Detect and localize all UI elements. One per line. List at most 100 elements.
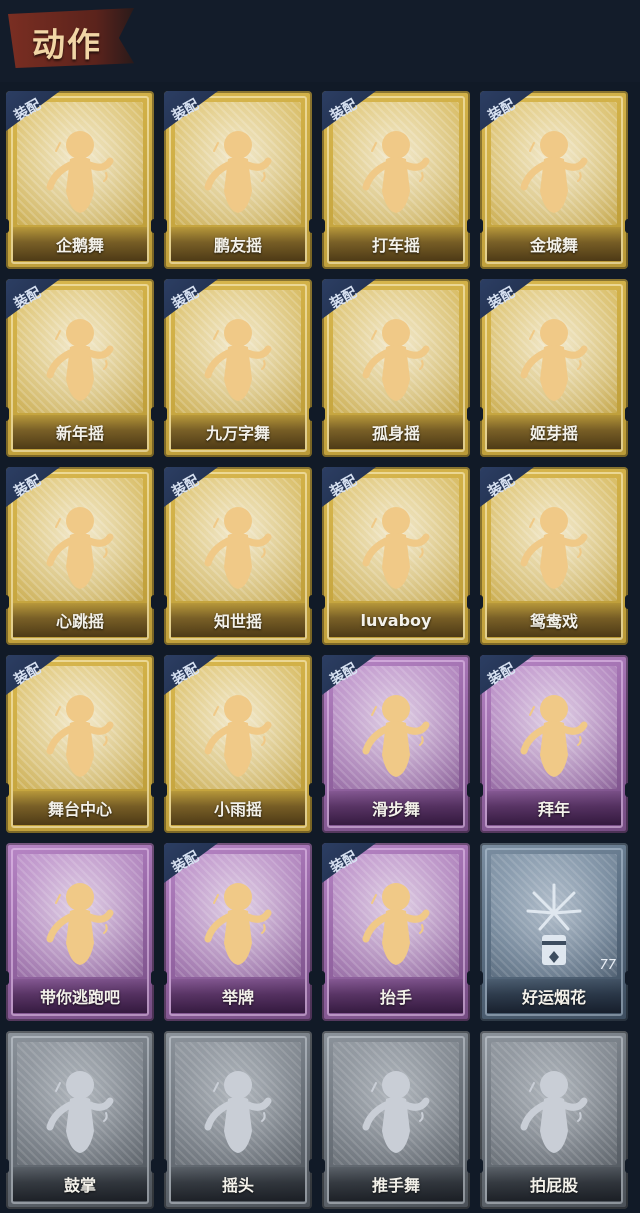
- card-edge-notch: [322, 407, 325, 421]
- card-label: 拍屁股: [529, 1176, 578, 1195]
- card-edge-notch: [164, 407, 167, 421]
- card-label: luvaboy: [360, 610, 432, 630]
- card-edge-notch: [164, 971, 167, 985]
- emote-card[interactable]: 摇头: [164, 1031, 312, 1209]
- card-label-bar: 抬手: [329, 979, 463, 1013]
- card-edge-notch: [322, 783, 325, 797]
- card-label-bar: 小雨摇: [171, 791, 305, 825]
- card-edge-notch: [164, 783, 167, 797]
- card-label: 推手舞: [371, 1176, 420, 1195]
- card-edge-notch: [322, 971, 325, 985]
- card-label-bar: 九万字舞: [171, 415, 305, 449]
- emote-card[interactable]: 装配 新年摇: [6, 279, 154, 457]
- card-edge-notch: [480, 407, 483, 421]
- card-edge-notch: [309, 971, 312, 985]
- firework-icon: [526, 883, 582, 965]
- card-edge-notch: [151, 1159, 154, 1173]
- card-label-bar: 摇头: [171, 1167, 305, 1201]
- card-edge-notch: [467, 219, 470, 233]
- golden-city-dance-figure-icon: [520, 131, 588, 213]
- alone-shake-figure-icon: [362, 319, 430, 401]
- card-edge-notch: [309, 595, 312, 609]
- card-edge-notch: [6, 1159, 9, 1173]
- emote-card[interactable]: 装配 举牌: [164, 843, 312, 1021]
- card-edge-notch: [164, 1159, 167, 1173]
- card-edge-notch: [625, 971, 628, 985]
- card-label-bar: 心跳摇: [13, 603, 147, 637]
- emote-card[interactable]: 拍屁股: [480, 1031, 628, 1209]
- emote-card[interactable]: 装配 九万字舞: [164, 279, 312, 457]
- emote-card[interactable]: 装配 拜年: [480, 655, 628, 833]
- emote-card[interactable]: 装配 姬芽摇: [480, 279, 628, 457]
- card-label: 新年摇: [55, 424, 104, 443]
- card-label-bar: 舞台中心: [13, 791, 147, 825]
- card-edge-notch: [151, 219, 154, 233]
- slide-step-dance-figure-icon: [362, 695, 430, 777]
- emote-card[interactable]: 装配 舞台中心: [6, 655, 154, 833]
- card-label-bar: 孤身摇: [329, 415, 463, 449]
- taxi-shake-figure-icon: [362, 131, 430, 213]
- push-hand-dance-figure-icon: [362, 1071, 430, 1153]
- card-label: 拜年: [537, 800, 570, 819]
- card-edge-notch: [309, 783, 312, 797]
- card-label-bar: 好运烟花: [487, 979, 621, 1013]
- run-away-figure-icon: [46, 883, 114, 965]
- card-label-bar: 鸳鸯戏: [487, 603, 621, 637]
- page-title: 动作: [32, 25, 102, 64]
- emote-card[interactable]: 装配 孤身摇: [322, 279, 470, 457]
- emote-card[interactable]: 装配 鸳鸯戏: [480, 467, 628, 645]
- card-edge-notch: [467, 1159, 470, 1173]
- emote-card[interactable]: 推手舞: [322, 1031, 470, 1209]
- card-edge-notch: [164, 595, 167, 609]
- emote-card[interactable]: 装配 小雨摇: [164, 655, 312, 833]
- card-label: 鹏友摇: [213, 236, 262, 255]
- emote-card[interactable]: 装配 金城舞: [480, 91, 628, 269]
- card-label: 九万字舞: [205, 424, 270, 443]
- card-label: 摇头: [221, 1176, 254, 1195]
- light-rain-shake-figure-icon: [204, 695, 272, 777]
- card-edge-notch: [467, 595, 470, 609]
- emote-card[interactable]: 装配 抬手: [322, 843, 470, 1021]
- emote-card[interactable]: 装配 知世摇: [164, 467, 312, 645]
- emote-card[interactable]: 装配 鹏友摇: [164, 91, 312, 269]
- card-edge-notch: [322, 595, 325, 609]
- pat-butt-figure-icon: [520, 1071, 588, 1153]
- card-edge-notch: [151, 783, 154, 797]
- card-label-bar: 滑步舞: [329, 791, 463, 825]
- card-edge-notch: [309, 407, 312, 421]
- card-label: 好运烟花: [521, 988, 586, 1007]
- card-edge-notch: [480, 971, 483, 985]
- card-edge-notch: [625, 407, 628, 421]
- card-edge-notch: [467, 407, 470, 421]
- card-label: 滑步舞: [371, 800, 420, 819]
- card-label: 鼓掌: [63, 1176, 96, 1195]
- card-edge-notch: [6, 407, 9, 421]
- card-edge-notch: [480, 1159, 483, 1173]
- emote-card[interactable]: 鼓掌: [6, 1031, 154, 1209]
- card-label: 小雨摇: [213, 800, 262, 819]
- emote-card[interactable]: 装配 luvaboy: [322, 467, 470, 645]
- card-label-bar: 拍屁股: [487, 1167, 621, 1201]
- card-label: 孤身摇: [371, 424, 420, 443]
- card-label: 舞台中心: [47, 800, 112, 819]
- emote-card[interactable]: 77 好运烟花: [480, 843, 628, 1021]
- clap-figure-icon: [46, 1071, 114, 1153]
- ninety-thousand-words-dance-figure-icon: [204, 319, 272, 401]
- emote-card[interactable]: 装配 企鹅舞: [6, 91, 154, 269]
- emote-card[interactable]: 装配 打车摇: [322, 91, 470, 269]
- emote-card[interactable]: 带你逃跑吧: [6, 843, 154, 1021]
- penguin-dance-figure-icon: [46, 131, 114, 213]
- card-label-bar: 知世摇: [171, 603, 305, 637]
- emote-card[interactable]: 装配 滑步舞: [322, 655, 470, 833]
- card-label: 企鹅舞: [55, 236, 104, 255]
- card-label: 金城舞: [529, 236, 578, 255]
- card-edge-notch: [6, 783, 9, 797]
- new-year-shake-figure-icon: [46, 319, 114, 401]
- card-label: 带你逃跑吧: [39, 988, 120, 1007]
- emote-card[interactable]: 装配 心跳摇: [6, 467, 154, 645]
- card-label-bar: 企鹅舞: [13, 227, 147, 261]
- card-label-bar: 金城舞: [487, 227, 621, 261]
- jiya-shake-figure-icon: [520, 319, 588, 401]
- shake-head-figure-icon: [204, 1071, 272, 1153]
- card-label: 举牌: [221, 988, 254, 1007]
